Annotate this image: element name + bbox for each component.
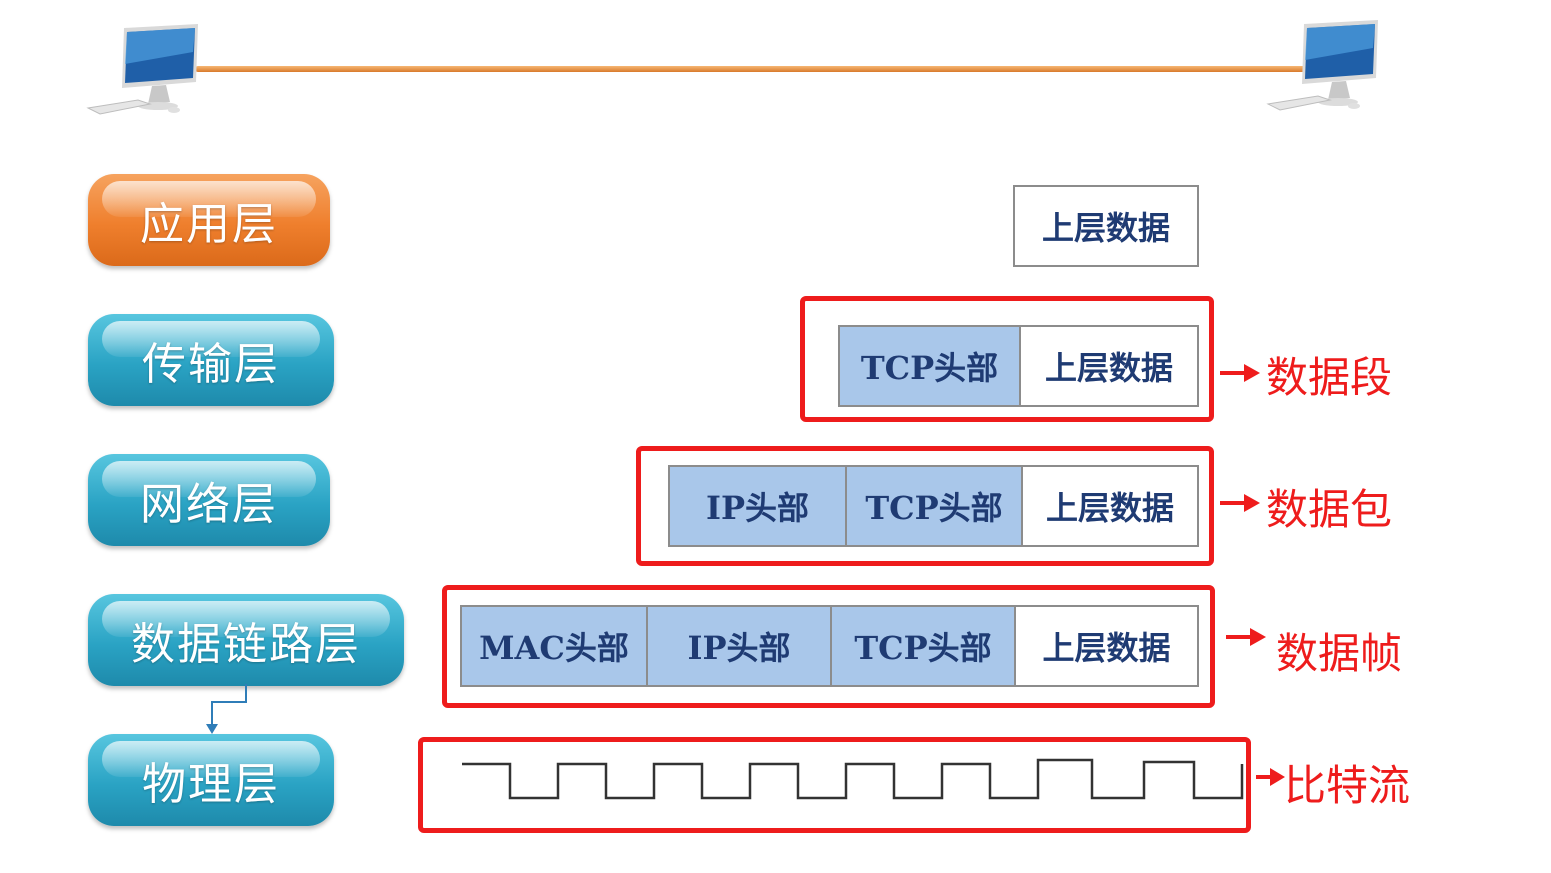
- layer-network: 网络层: [88, 454, 330, 546]
- mac-header-cell: MAC头部: [462, 607, 648, 685]
- square-wave-signal: [462, 758, 1244, 800]
- layer-label: 物理层: [142, 759, 280, 810]
- packet-row: IP头部 TCP头部 上层数据: [668, 465, 1199, 547]
- layer-label: 数据链路层: [131, 619, 361, 670]
- desktop-computer-icon: [86, 24, 198, 115]
- tcp-header-cell: TCP头部: [840, 327, 1021, 405]
- upper-data-cell: 上层数据: [1016, 607, 1197, 685]
- arrow-right-icon: [1226, 628, 1266, 646]
- frame-row: MAC头部 IP头部 TCP头部 上层数据: [460, 605, 1199, 687]
- ip-header-cell: IP头部: [648, 607, 832, 685]
- unit-label-segment: 数据段: [1266, 353, 1393, 402]
- layer-datalink: 数据链路层: [88, 594, 404, 686]
- layer-label: 传输层: [142, 339, 280, 390]
- layer-physical: 物理层: [88, 734, 334, 826]
- unit-label-frame: 数据帧: [1276, 629, 1403, 678]
- unit-label-bitstream: 比特流: [1284, 761, 1411, 810]
- upper-data-cell: 上层数据: [1015, 187, 1197, 265]
- upper-data-cell: 上层数据: [1023, 467, 1197, 545]
- layer-application: 应用层: [88, 174, 330, 266]
- upper-data-cell: 上层数据: [1021, 327, 1197, 405]
- tcp-header-cell: TCP头部: [847, 467, 1023, 545]
- ip-header-cell: IP头部: [670, 467, 847, 545]
- arrow-right-icon: [1256, 768, 1285, 786]
- layer-label: 应用层: [140, 199, 278, 250]
- layer-transport: 传输层: [88, 314, 334, 406]
- segment-row: TCP头部 上层数据: [838, 325, 1199, 407]
- app-data-row: 上层数据: [1013, 185, 1199, 267]
- desktop-computer-icon: [1266, 20, 1378, 111]
- tcp-header-cell: TCP头部: [832, 607, 1016, 685]
- arrow-right-icon: [1220, 494, 1260, 512]
- network-cable: [195, 66, 1325, 72]
- arrow-right-icon: [1220, 364, 1260, 382]
- layer-connector-arrow: [206, 684, 247, 734]
- layer-label: 网络层: [140, 479, 278, 530]
- unit-label-packet: 数据包: [1266, 485, 1393, 534]
